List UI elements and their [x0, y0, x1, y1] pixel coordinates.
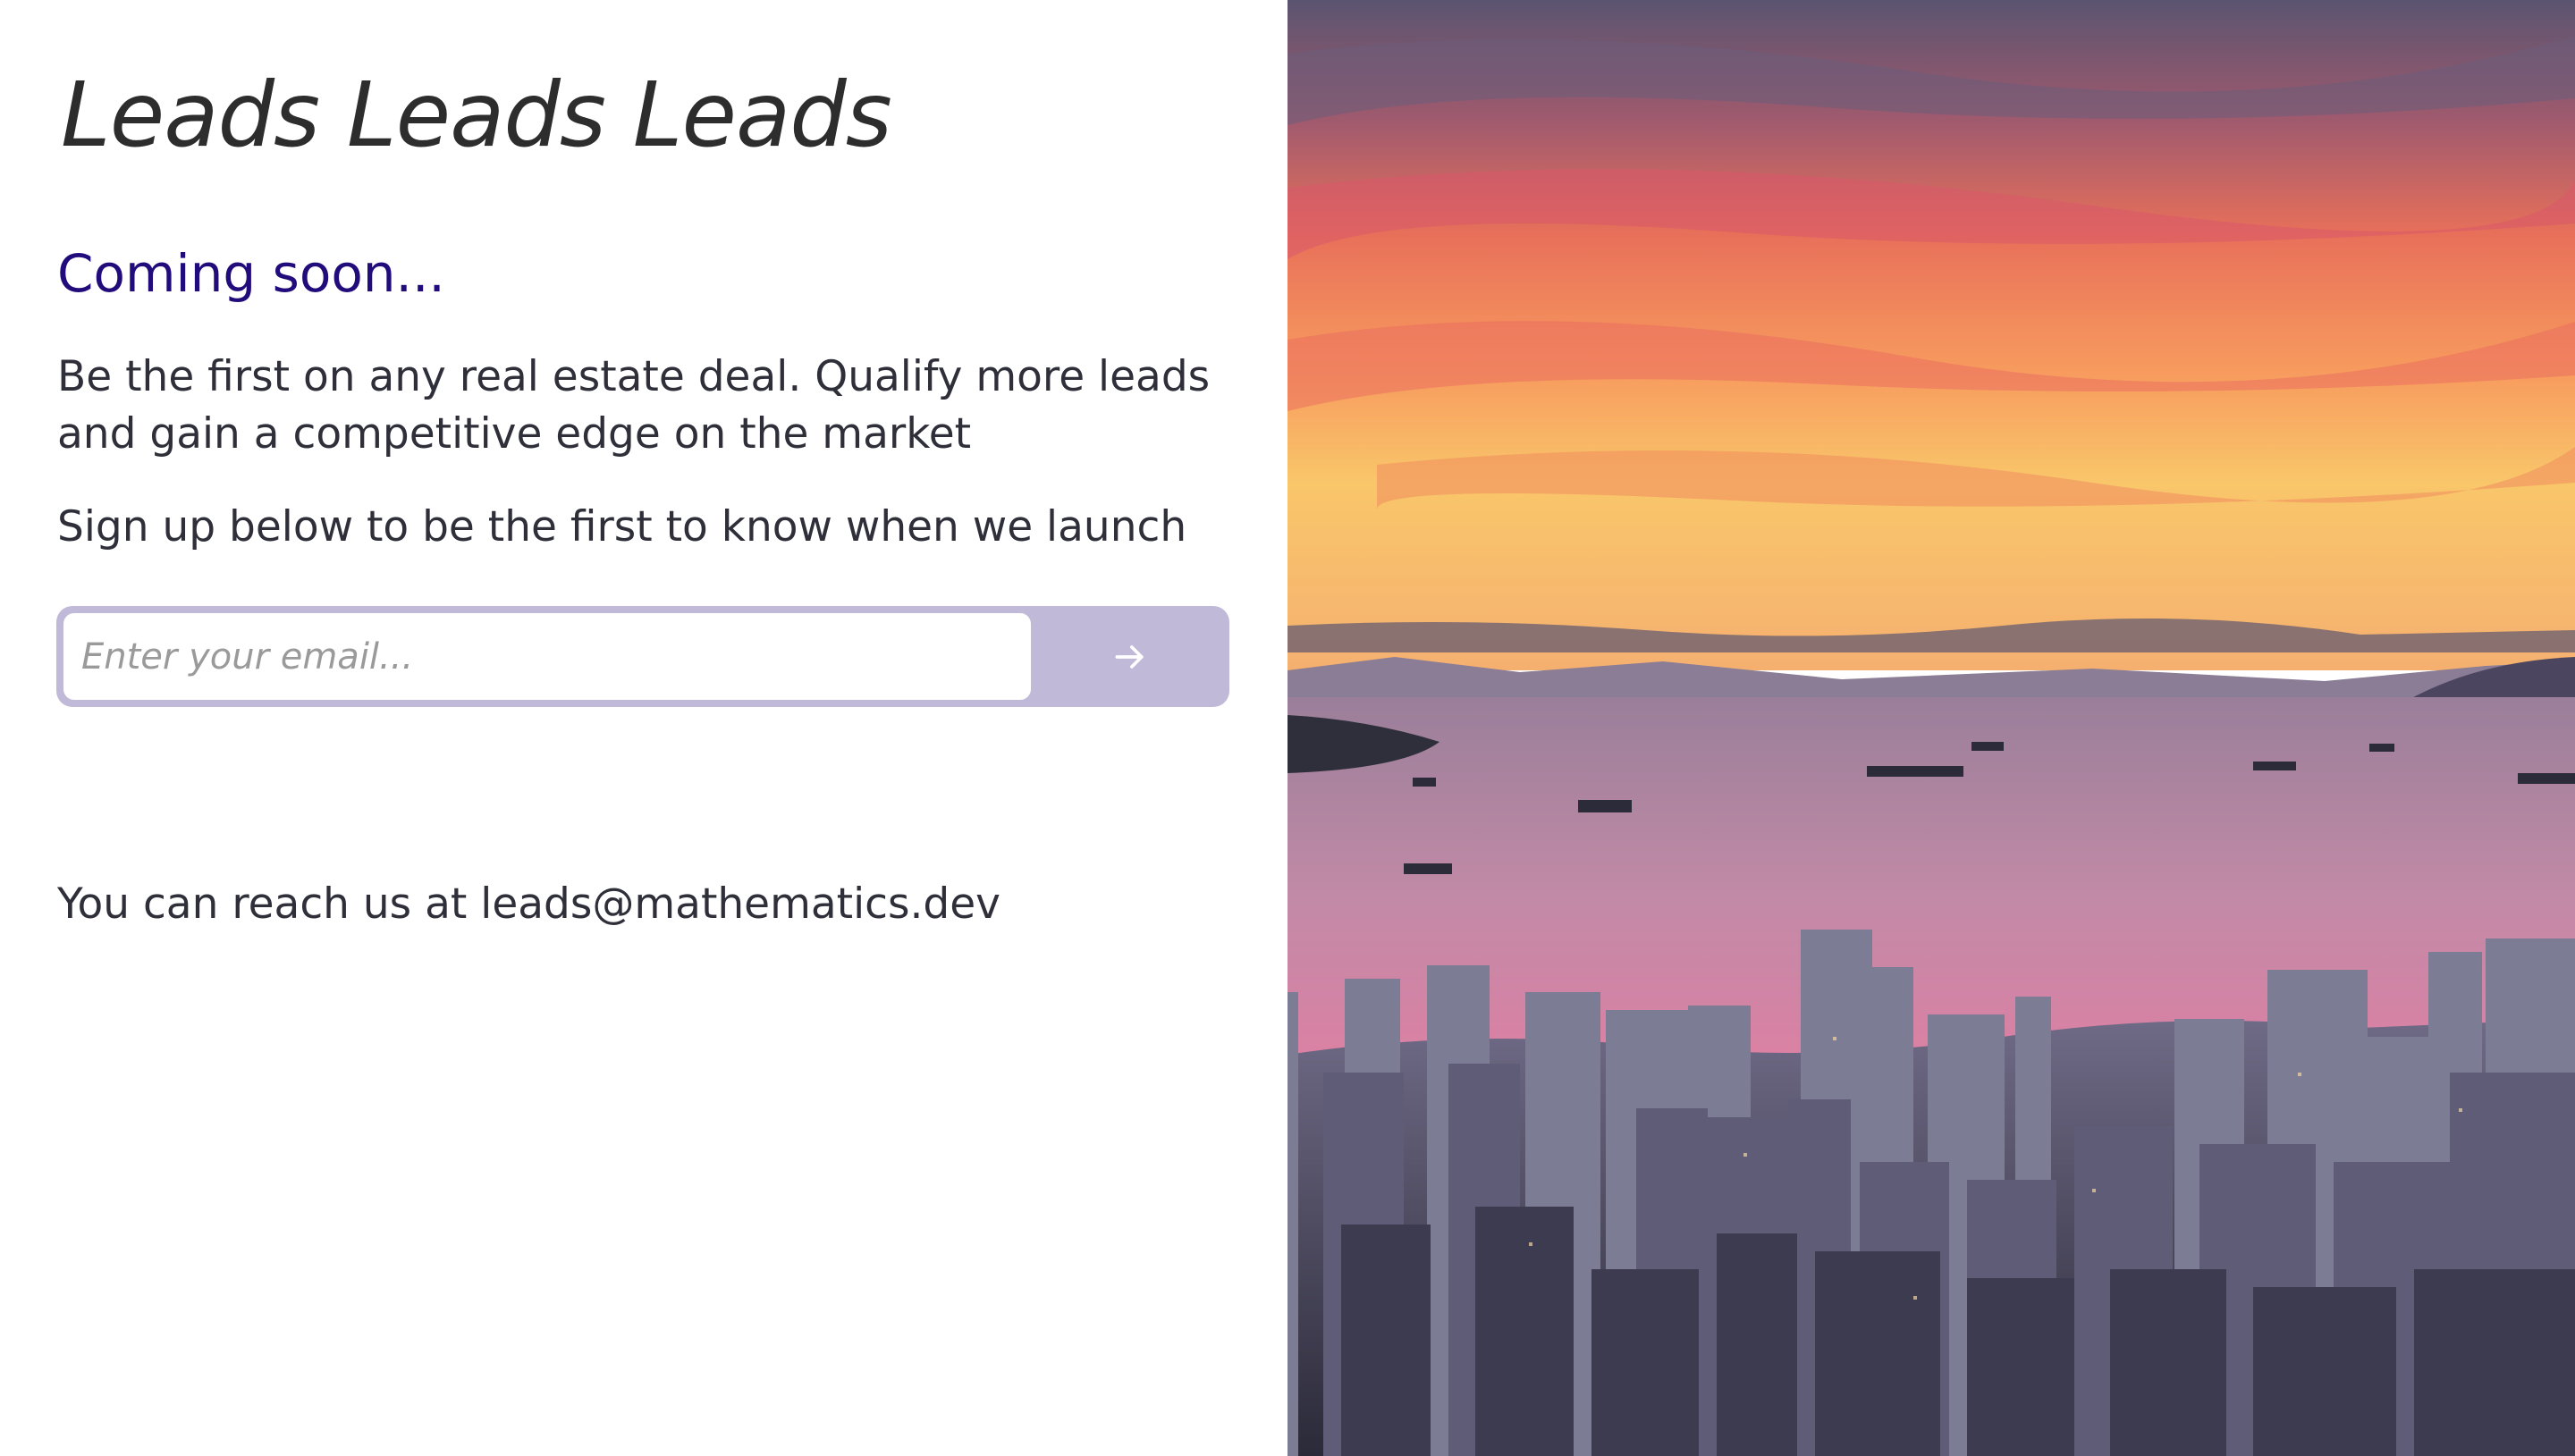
brand-title: Leads Leads Leads	[61, 63, 892, 167]
submit-button[interactable]	[1038, 613, 1222, 700]
hero-photo	[1288, 0, 2575, 1456]
city-sunset-image	[1288, 0, 2575, 1456]
signup-prompt: Sign up below to be the first to know wh…	[57, 502, 1187, 551]
description-text: Be the first on any real estate deal. Qu…	[57, 352, 1211, 459]
arrow-right-icon	[1115, 644, 1144, 669]
coming-soon-heading: Coming soon...	[57, 243, 445, 304]
landing-page: Leads Leads Leads Coming soon... Be the …	[0, 0, 2575, 1456]
email-input[interactable]	[63, 613, 1031, 700]
content-panel: Leads Leads Leads Coming soon... Be the …	[0, 0, 1288, 1456]
contact-text: You can reach us at leads@mathematics.de…	[57, 879, 1000, 929]
signup-form	[56, 606, 1229, 707]
